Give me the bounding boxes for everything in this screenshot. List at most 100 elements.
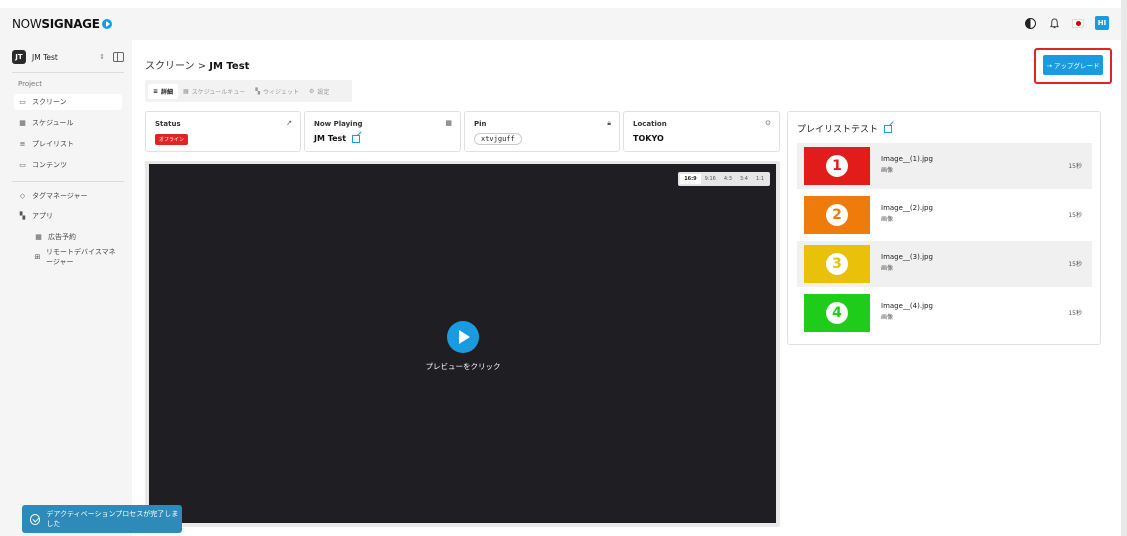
- sidebar-item-label: 広告予約: [48, 233, 76, 241]
- scrollbar[interactable]: [1121, 0, 1127, 536]
- sidebar-item-ad-booking[interactable]: ▦ 広告予約: [14, 229, 122, 245]
- location-card: Location ⊙ TOKYO: [623, 111, 780, 152]
- playlist-item[interactable]: 3 Image__(3).jpg 画像 15秒: [797, 241, 1092, 287]
- playlist-item-name: Image__(3).jpg: [881, 253, 933, 261]
- user-avatar[interactable]: HI: [1095, 16, 1109, 30]
- now-playing-value[interactable]: JM Test: [314, 134, 361, 143]
- toast-notification[interactable]: デアクティベーションプロセスが完了しました: [22, 505, 182, 533]
- theme-toggle-button[interactable]: [1023, 16, 1037, 30]
- breadcrumb-root[interactable]: スクリーン: [145, 61, 195, 72]
- list-icon: ≡: [153, 87, 159, 95]
- chevron-updown-icon: ⇕: [99, 53, 105, 61]
- workspace-name: JM Test: [32, 52, 58, 62]
- tab-schedule-queue[interactable]: ▦ スケジュールキュー: [178, 84, 250, 99]
- aspect-ratio-selector: 16:9 9:16 4:3 3:4 1:1: [678, 172, 770, 186]
- location-label: Location: [633, 120, 667, 128]
- app-logo[interactable]: NOWSIGNAGE: [12, 17, 112, 31]
- sidebar-item-label: リモートデバイスマネージャー: [46, 248, 116, 266]
- sidebar-section-project: Project: [18, 80, 42, 88]
- sidebar-item-apps[interactable]: ▚ アプリ: [14, 208, 122, 224]
- playlist-item[interactable]: 1 Image__(1).jpg 画像 15秒: [797, 143, 1092, 189]
- breadcrumb: スクリーン > JM Test: [145, 57, 249, 72]
- toast-message: デアクティベーションプロセスが完了しました: [46, 510, 179, 528]
- external-link-icon[interactable]: [352, 134, 361, 143]
- ratio-option[interactable]: 9:16: [701, 174, 720, 184]
- upgrade-highlight: → アップグレード: [1034, 48, 1112, 84]
- sidebar-item-schedule[interactable]: ▦ スケジュール: [14, 115, 122, 131]
- sidebar-item-content[interactable]: ▭ コンテンツ: [14, 157, 122, 173]
- ratio-option[interactable]: 1:1: [752, 174, 768, 184]
- play-icon[interactable]: [447, 321, 479, 353]
- playlist-item-name: Image__(2).jpg: [881, 204, 933, 212]
- playlist-title[interactable]: プレイリストテスト: [797, 122, 893, 135]
- playlist-panel: プレイリストテスト 1 Image__(1).jpg 画像 15秒 2 Imag…: [787, 111, 1101, 345]
- playlist-item-duration: 15秒: [1068, 212, 1082, 219]
- status-label: Status: [155, 120, 181, 128]
- playlist-item-type: 画像: [881, 314, 894, 321]
- sidebar-item-label: スケジュール: [32, 119, 74, 127]
- ratio-option[interactable]: 3:4: [736, 174, 752, 184]
- tag-icon: ◇: [19, 192, 26, 200]
- sidebar: JT JM Test ⇕ Project ▭ スクリーン ▦ スケジュール ≡ プレイ…: [0, 40, 132, 536]
- sidebar-divider: [12, 181, 124, 182]
- sidebar-item-remote-device-manager[interactable]: ⊞ リモートデバイスマネージャー: [14, 248, 122, 266]
- sidebar-item-screens[interactable]: ▭ スクリーン: [14, 94, 122, 110]
- sidebar-collapse-icon[interactable]: [113, 52, 124, 62]
- sidebar-item-label: スクリーン: [32, 98, 67, 106]
- tab-settings[interactable]: ⚙ 設定: [304, 84, 334, 99]
- workspace-switcher[interactable]: JT JM Test ⇕: [12, 47, 124, 67]
- sidebar-item-label: タグマネージャー: [32, 192, 88, 200]
- sidebar-item-label: プレイリスト: [32, 140, 74, 148]
- sidebar-item-label: アプリ: [32, 212, 53, 220]
- top-bar: NOWSIGNAGE HI: [0, 8, 1127, 40]
- playlist-title-text: プレイリストテスト: [797, 125, 879, 135]
- tab-details[interactable]: ≡ 詳細: [148, 83, 179, 99]
- tab-widgets[interactable]: ▚ ウィジェット: [250, 84, 304, 99]
- upgrade-button[interactable]: → アップグレード: [1043, 55, 1103, 75]
- pin-label: Pin: [474, 120, 487, 128]
- playlist-item-duration: 15秒: [1068, 310, 1082, 317]
- main-content: スクリーン > JM Test → アップグレード ≡ 詳細 ▦ スケジュールキュー…: [132, 40, 1121, 536]
- playlist-item[interactable]: 4 Image__(4).jpg 画像 15秒: [797, 290, 1092, 336]
- playlist-item-name: Image__(4).jpg: [881, 302, 933, 310]
- ratio-option[interactable]: 16:9: [680, 174, 701, 184]
- tab-bar: ≡ 詳細 ▦ スケジュールキュー ▚ ウィジェット ⚙ 設定: [145, 80, 352, 102]
- pin-value[interactable]: xtvjguff: [474, 133, 522, 145]
- breadcrumb-separator: >: [197, 61, 207, 72]
- ratio-option[interactable]: 4:3: [720, 174, 736, 184]
- playlist-item-type: 画像: [881, 265, 894, 272]
- sidebar-item-playlist[interactable]: ≡ プレイリスト: [14, 136, 122, 152]
- language-button[interactable]: [1071, 16, 1085, 30]
- calendar-icon: ▦: [445, 119, 452, 127]
- sidebar-item-label: コンテンツ: [32, 161, 67, 169]
- pin-card: Pin 🔒︎ xtvjguff: [464, 111, 620, 152]
- workspace-avatar: JT: [12, 50, 26, 64]
- tab-label: スケジュールキュー: [191, 88, 246, 96]
- thumbnail-number: 1: [826, 155, 848, 177]
- notification-button[interactable]: [1047, 16, 1061, 30]
- logo-text-bold: SIGNAGE: [41, 17, 100, 31]
- top-icons: HI: [1023, 16, 1109, 30]
- now-playing-text: JM Test: [314, 134, 347, 143]
- now-playing-label: Now Playing: [314, 120, 363, 128]
- playlist-item-duration: 15秒: [1068, 163, 1082, 170]
- preview-frame: 16:9 9:16 4:3 3:4 1:1 プレビューをクリック: [145, 161, 780, 527]
- sidebar-item-tag-manager[interactable]: ◇ タグマネージャー: [14, 188, 122, 204]
- now-playing-card: Now Playing ▦ JM Test: [304, 111, 461, 152]
- widget-icon: ▚: [255, 87, 260, 95]
- bell-icon: [1049, 17, 1059, 28]
- thumbnail-number: 3: [826, 253, 848, 275]
- status-card: Status ↗ オフライン: [145, 111, 301, 152]
- tab-label: ウィジェット: [262, 88, 299, 96]
- preview-area[interactable]: 16:9 9:16 4:3 3:4 1:1 プレビューをクリック: [149, 164, 776, 523]
- thumbnail-image: 1: [804, 147, 870, 185]
- preview-click-label[interactable]: プレビューをクリック: [403, 361, 523, 372]
- calendar-icon: ▦: [35, 233, 42, 241]
- thumbnail-number: 2: [826, 204, 848, 226]
- playlist-item-type: 画像: [881, 167, 894, 174]
- playlist-item[interactable]: 2 Image__(2).jpg 画像 15秒: [797, 192, 1092, 238]
- thumbnail-image: 3: [804, 245, 870, 283]
- external-link-icon[interactable]: [884, 124, 893, 133]
- playlist-icon: ≡: [19, 140, 26, 148]
- logo-play-icon: [101, 19, 112, 29]
